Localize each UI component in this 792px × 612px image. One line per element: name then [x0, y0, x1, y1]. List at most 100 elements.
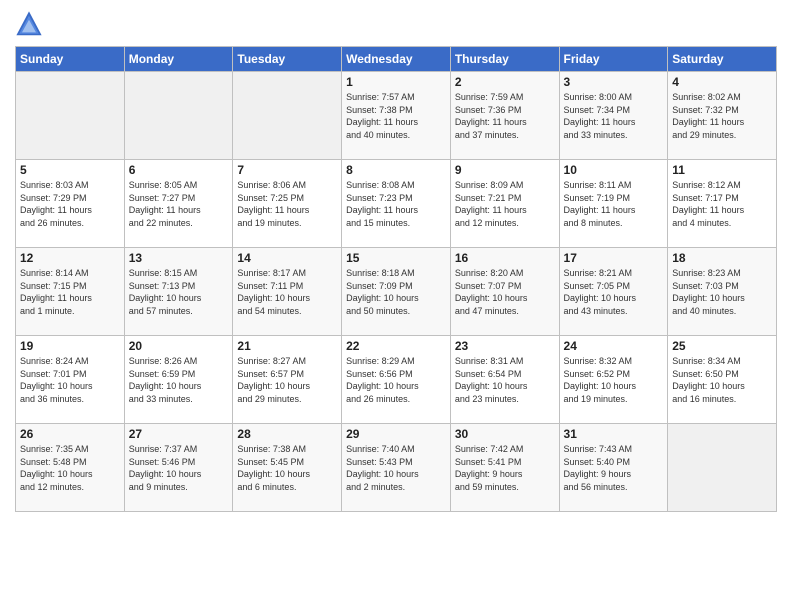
- calendar-cell: 2 Sunrise: 7:59 AM Sunset: 7:36 PM Daylig…: [450, 72, 559, 160]
- weekday-header: Monday: [124, 47, 233, 72]
- calendar-cell: 21 Sunrise: 8:27 AM Sunset: 6:57 PM Dayli…: [233, 336, 342, 424]
- calendar-cell: 3Sunrise: 8:00 AM Sunset: 7:34 PM Daylig…: [559, 72, 668, 160]
- calendar-cell: 19Sunrise: 8:24 AM Sunset: 7:01 PM Dayli…: [16, 336, 125, 424]
- day-number: 5: [20, 163, 120, 177]
- day-number: 13: [129, 251, 229, 265]
- day-number: 17: [564, 251, 664, 265]
- weekday-header: Sunday: [16, 47, 125, 72]
- day-info: Sunrise: 8:20 AM Sunset: 7:07 PM Dayligh…: [455, 267, 555, 317]
- day-info: Sunrise: 8:05 AM Sunset: 7:27 PM Dayligh…: [129, 179, 229, 229]
- calendar-cell: [668, 424, 777, 512]
- day-number: 16: [455, 251, 555, 265]
- day-info: Sunrise: 8:02 AM Sunset: 7:32 PM Dayligh…: [672, 91, 772, 141]
- day-number: 23: [455, 339, 555, 353]
- calendar-cell: 9 Sunrise: 8:09 AM Sunset: 7:21 PM Daylig…: [450, 160, 559, 248]
- day-number: 20: [129, 339, 229, 353]
- day-info: Sunrise: 8:27 AM Sunset: 6:57 PM Dayligh…: [237, 355, 337, 405]
- day-number: 14: [237, 251, 337, 265]
- weekday-header: Wednesday: [342, 47, 451, 72]
- calendar-cell: 4 Sunrise: 8:02 AM Sunset: 7:32 PM Daylig…: [668, 72, 777, 160]
- calendar-cell: 5 Sunrise: 8:03 AM Sunset: 7:29 PM Daylig…: [16, 160, 125, 248]
- calendar-cell: 11 Sunrise: 8:12 AM Sunset: 7:17 PM Dayli…: [668, 160, 777, 248]
- calendar-cell: 17 Sunrise: 8:21 AM Sunset: 7:05 PM Dayli…: [559, 248, 668, 336]
- calendar-cell: 1 Sunrise: 7:57 AM Sunset: 7:38 PM Daylig…: [342, 72, 451, 160]
- day-number: 6: [129, 163, 229, 177]
- day-number: 29: [346, 427, 446, 441]
- day-info: Sunrise: 7:35 AM Sunset: 5:48 PM Dayligh…: [20, 443, 120, 493]
- day-number: 31: [564, 427, 664, 441]
- day-number: 19: [20, 339, 120, 353]
- day-info: Sunrise: 8:15 AM Sunset: 7:13 PM Dayligh…: [129, 267, 229, 317]
- calendar-cell: 8 Sunrise: 8:08 AM Sunset: 7:23 PM Daylig…: [342, 160, 451, 248]
- day-number: 8: [346, 163, 446, 177]
- day-info: Sunrise: 8:21 AM Sunset: 7:05 PM Dayligh…: [564, 267, 664, 317]
- weekday-header: Tuesday: [233, 47, 342, 72]
- calendar-cell: 6 Sunrise: 8:05 AM Sunset: 7:27 PM Daylig…: [124, 160, 233, 248]
- day-info: Sunrise: 8:32 AM Sunset: 6:52 PM Dayligh…: [564, 355, 664, 405]
- day-number: 12: [20, 251, 120, 265]
- header: [15, 10, 777, 38]
- day-info: Sunrise: 8:11 AM Sunset: 7:19 PM Dayligh…: [564, 179, 664, 229]
- day-number: 22: [346, 339, 446, 353]
- day-number: 10: [564, 163, 664, 177]
- logo: [15, 10, 45, 38]
- day-info: Sunrise: 8:08 AM Sunset: 7:23 PM Dayligh…: [346, 179, 446, 229]
- day-info: Sunrise: 8:26 AM Sunset: 6:59 PM Dayligh…: [129, 355, 229, 405]
- calendar-cell: 26 Sunrise: 7:35 AM Sunset: 5:48 PM Dayli…: [16, 424, 125, 512]
- calendar-cell: 27Sunrise: 7:37 AM Sunset: 5:46 PM Dayli…: [124, 424, 233, 512]
- day-number: 7: [237, 163, 337, 177]
- weekday-header: Thursday: [450, 47, 559, 72]
- calendar-cell: 22 Sunrise: 8:29 AM Sunset: 6:56 PM Dayli…: [342, 336, 451, 424]
- calendar-cell: 16 Sunrise: 8:20 AM Sunset: 7:07 PM Dayli…: [450, 248, 559, 336]
- day-info: Sunrise: 8:06 AM Sunset: 7:25 PM Dayligh…: [237, 179, 337, 229]
- calendar-cell: 24Sunrise: 8:32 AM Sunset: 6:52 PM Dayli…: [559, 336, 668, 424]
- day-info: Sunrise: 8:23 AM Sunset: 7:03 PM Dayligh…: [672, 267, 772, 317]
- day-number: 15: [346, 251, 446, 265]
- day-info: Sunrise: 8:18 AM Sunset: 7:09 PM Dayligh…: [346, 267, 446, 317]
- day-info: Sunrise: 7:59 AM Sunset: 7:36 PM Dayligh…: [455, 91, 555, 141]
- calendar-cell: 13 Sunrise: 8:15 AM Sunset: 7:13 PM Dayli…: [124, 248, 233, 336]
- calendar-cell: 14Sunrise: 8:17 AM Sunset: 7:11 PM Dayli…: [233, 248, 342, 336]
- day-number: 27: [129, 427, 229, 441]
- day-info: Sunrise: 7:43 AM Sunset: 5:40 PM Dayligh…: [564, 443, 664, 493]
- calendar-table: SundayMondayTuesdayWednesdayThursdayFrid…: [15, 46, 777, 512]
- calendar-cell: 20 Sunrise: 8:26 AM Sunset: 6:59 PM Dayli…: [124, 336, 233, 424]
- day-number: 2: [455, 75, 555, 89]
- day-number: 11: [672, 163, 772, 177]
- calendar-cell: 30 Sunrise: 7:42 AM Sunset: 5:41 PM Dayli…: [450, 424, 559, 512]
- day-info: Sunrise: 8:03 AM Sunset: 7:29 PM Dayligh…: [20, 179, 120, 229]
- day-number: 30: [455, 427, 555, 441]
- day-info: Sunrise: 8:00 AM Sunset: 7:34 PM Dayligh…: [564, 91, 664, 141]
- day-number: 25: [672, 339, 772, 353]
- calendar-cell: [233, 72, 342, 160]
- calendar-cell: [124, 72, 233, 160]
- day-info: Sunrise: 7:42 AM Sunset: 5:41 PM Dayligh…: [455, 443, 555, 493]
- calendar-cell: 29 Sunrise: 7:40 AM Sunset: 5:43 PM Dayli…: [342, 424, 451, 512]
- day-info: Sunrise: 7:40 AM Sunset: 5:43 PM Dayligh…: [346, 443, 446, 493]
- day-number: 28: [237, 427, 337, 441]
- day-number: 21: [237, 339, 337, 353]
- calendar-cell: 25 Sunrise: 8:34 AM Sunset: 6:50 PM Dayli…: [668, 336, 777, 424]
- calendar-cell: 15 Sunrise: 8:18 AM Sunset: 7:09 PM Dayli…: [342, 248, 451, 336]
- day-info: Sunrise: 8:09 AM Sunset: 7:21 PM Dayligh…: [455, 179, 555, 229]
- calendar-cell: 23Sunrise: 8:31 AM Sunset: 6:54 PM Dayli…: [450, 336, 559, 424]
- day-number: 1: [346, 75, 446, 89]
- day-number: 4: [672, 75, 772, 89]
- calendar-cell: 12Sunrise: 8:14 AM Sunset: 7:15 PM Dayli…: [16, 248, 125, 336]
- day-number: 26: [20, 427, 120, 441]
- page: SundayMondayTuesdayWednesdayThursdayFrid…: [0, 0, 792, 612]
- logo-icon: [15, 10, 43, 38]
- weekday-header: Saturday: [668, 47, 777, 72]
- day-number: 18: [672, 251, 772, 265]
- calendar-cell: 18 Sunrise: 8:23 AM Sunset: 7:03 PM Dayli…: [668, 248, 777, 336]
- day-info: Sunrise: 7:57 AM Sunset: 7:38 PM Dayligh…: [346, 91, 446, 141]
- day-info: Sunrise: 7:38 AM Sunset: 5:45 PM Dayligh…: [237, 443, 337, 493]
- calendar-cell: [16, 72, 125, 160]
- day-info: Sunrise: 8:29 AM Sunset: 6:56 PM Dayligh…: [346, 355, 446, 405]
- day-number: 9: [455, 163, 555, 177]
- calendar-cell: 10 Sunrise: 8:11 AM Sunset: 7:19 PM Dayli…: [559, 160, 668, 248]
- day-info: Sunrise: 8:12 AM Sunset: 7:17 PM Dayligh…: [672, 179, 772, 229]
- day-info: Sunrise: 8:34 AM Sunset: 6:50 PM Dayligh…: [672, 355, 772, 405]
- calendar-cell: 31 Sunrise: 7:43 AM Sunset: 5:40 PM Dayli…: [559, 424, 668, 512]
- weekday-header: Friday: [559, 47, 668, 72]
